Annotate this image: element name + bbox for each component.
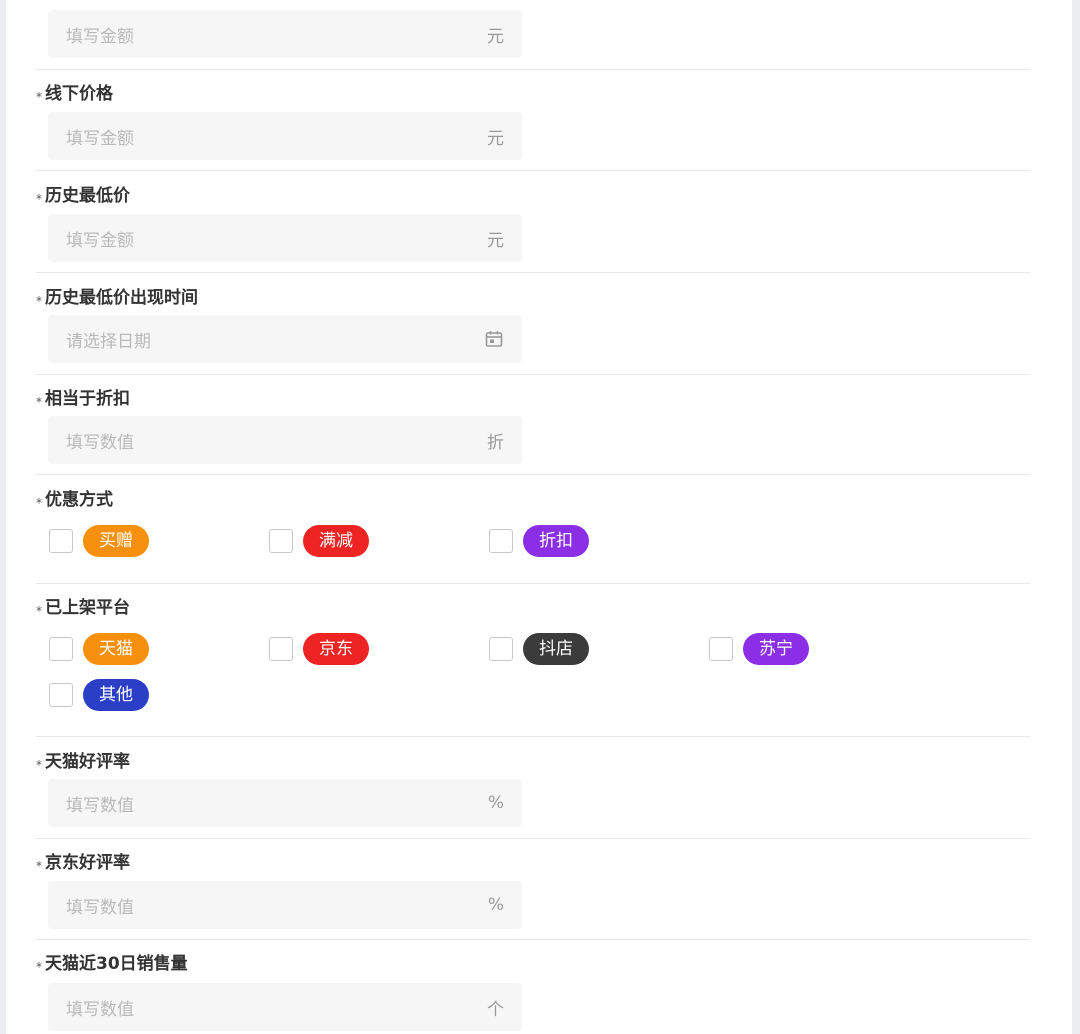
- platform-option-suning[interactable]: 苏宁: [709, 633, 809, 665]
- checkbox[interactable]: [49, 529, 73, 553]
- offline-price-label: * 线下价格: [36, 82, 113, 106]
- tag-douyin[interactable]: 抖店: [523, 633, 589, 665]
- required-mark: *: [36, 395, 42, 409]
- percent-unit: %: [487, 793, 504, 813]
- jd-rating-placeholder: 填写数值: [66, 897, 134, 918]
- checkbox[interactable]: [49, 683, 73, 707]
- promotion-label-text: 优惠方式: [45, 490, 113, 510]
- platform-option-douyin[interactable]: 抖店: [489, 633, 589, 665]
- platform-option-other[interactable]: 其他: [49, 679, 149, 711]
- tag-tmall[interactable]: 天猫: [83, 633, 149, 665]
- required-mark: *: [36, 294, 42, 308]
- jd-rating-label-text: 京东好评率: [45, 853, 130, 873]
- required-mark: *: [36, 90, 42, 104]
- divider: [36, 583, 1030, 584]
- tag-gift[interactable]: 买赠: [83, 525, 149, 557]
- checkbox[interactable]: [269, 529, 293, 553]
- tag-full-reduction[interactable]: 满减: [303, 525, 369, 557]
- lowest-price-placeholder: 填写金额: [66, 230, 134, 251]
- tag-other[interactable]: 其他: [83, 679, 149, 711]
- divider: [36, 69, 1030, 70]
- offline-price-input[interactable]: 填写金额 元: [48, 112, 522, 160]
- yuan-unit: 元: [487, 128, 504, 149]
- jd-rating-label: * 京东好评率: [36, 851, 130, 875]
- divider: [36, 736, 1030, 737]
- online-price-input[interactable]: 填写金额 元: [48, 10, 522, 58]
- tmall-rating-placeholder: 填写数值: [66, 795, 134, 816]
- date-picker-input[interactable]: 请选择日期: [48, 315, 522, 363]
- divider: [36, 272, 1030, 273]
- platform-option-tmall[interactable]: 天猫: [49, 633, 149, 665]
- divider: [36, 474, 1030, 475]
- yuan-unit: 元: [487, 230, 504, 251]
- lowest-price-time-label-text: 历史最低价出现时间: [45, 288, 198, 308]
- discount-label: * 相当于折扣: [36, 387, 130, 411]
- divider: [36, 374, 1030, 375]
- percent-unit: %: [487, 895, 504, 915]
- tag-suning[interactable]: 苏宁: [743, 633, 809, 665]
- checkbox[interactable]: [489, 637, 513, 661]
- checkbox[interactable]: [269, 637, 293, 661]
- promotion-option-full-reduction[interactable]: 满减: [269, 525, 369, 557]
- promotion-option-discount[interactable]: 折扣: [489, 525, 589, 557]
- tmall-sales-label-text: 天猫近30日销售量: [45, 954, 188, 974]
- form-card: 填写金额 元 * 线下价格 填写金额 元 * 历史最低价 填写金额 元 * 历史…: [6, 0, 1072, 1034]
- date-placeholder: 请选择日期: [66, 331, 151, 352]
- tmall-rating-input[interactable]: 填写数值 %: [48, 779, 522, 827]
- platforms-label: * 已上架平台: [36, 596, 130, 620]
- promotion-label: * 优惠方式: [36, 488, 113, 512]
- calendar-icon[interactable]: [484, 329, 504, 349]
- checkbox[interactable]: [489, 529, 513, 553]
- lowest-price-label: * 历史最低价: [36, 184, 130, 208]
- divider: [36, 170, 1030, 171]
- discount-label-text: 相当于折扣: [45, 389, 130, 409]
- tmall-rating-label-text: 天猫好评率: [45, 752, 130, 772]
- lowest-price-label-text: 历史最低价: [45, 186, 130, 206]
- discount-placeholder: 填写数值: [66, 432, 134, 453]
- divider: [36, 838, 1030, 839]
- required-mark: *: [36, 758, 42, 772]
- tmall-sales-input[interactable]: 填写数值 个: [48, 983, 522, 1031]
- lowest-price-input[interactable]: 填写金额 元: [48, 214, 522, 262]
- online-price-placeholder: 填写金额: [66, 26, 134, 47]
- divider: [36, 939, 1030, 940]
- tmall-rating-label: * 天猫好评率: [36, 750, 130, 774]
- offline-price-label-text: 线下价格: [45, 84, 113, 104]
- offline-price-placeholder: 填写金额: [66, 128, 134, 149]
- yuan-unit: 元: [487, 26, 504, 47]
- piece-unit: 个: [487, 999, 504, 1020]
- tmall-sales-label: * 天猫近30日销售量: [36, 952, 188, 976]
- required-mark: *: [36, 496, 42, 510]
- discount-unit: 折: [487, 432, 504, 453]
- checkbox[interactable]: [49, 637, 73, 661]
- promotion-option-gift[interactable]: 买赠: [49, 525, 149, 557]
- tag-discount[interactable]: 折扣: [523, 525, 589, 557]
- required-mark: *: [36, 859, 42, 873]
- platforms-label-text: 已上架平台: [45, 598, 130, 618]
- tmall-sales-placeholder: 填写数值: [66, 999, 134, 1020]
- lowest-price-time-label: * 历史最低价出现时间: [36, 286, 198, 310]
- checkbox[interactable]: [709, 637, 733, 661]
- required-mark: *: [36, 192, 42, 206]
- discount-input[interactable]: 填写数值 折: [48, 416, 522, 464]
- required-mark: *: [36, 960, 42, 974]
- tag-jd[interactable]: 京东: [303, 633, 369, 665]
- jd-rating-input[interactable]: 填写数值 %: [48, 881, 522, 929]
- platform-option-jd[interactable]: 京东: [269, 633, 369, 665]
- required-mark: *: [36, 604, 42, 618]
